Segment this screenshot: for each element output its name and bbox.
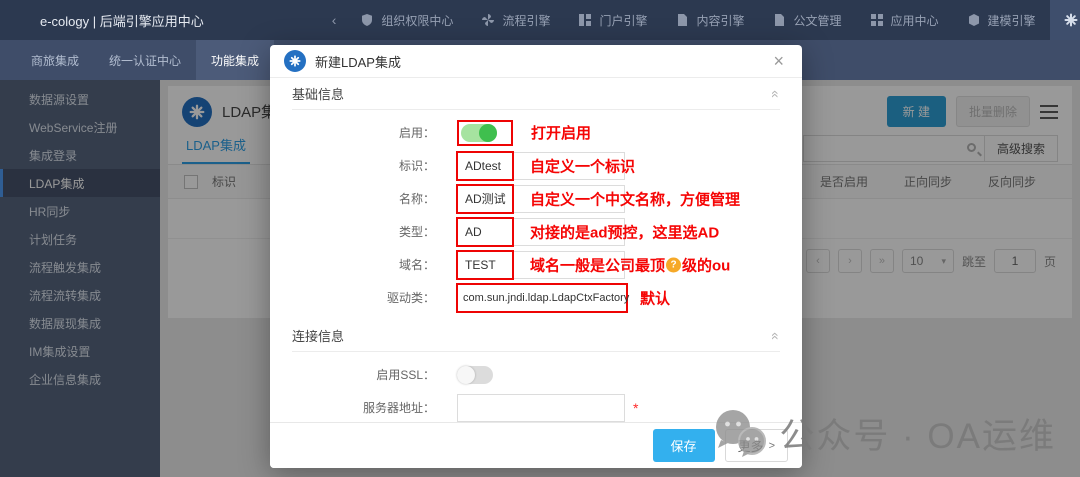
name-label: 名称： (292, 190, 457, 207)
nav-item-app-center[interactable]: 应用中心 (856, 0, 953, 40)
chevron-right-icon: > (769, 440, 775, 452)
identifier-row: 标识： ADtest 自定义一个标识 (292, 149, 780, 182)
question-badge-icon: ? (666, 257, 681, 272)
enable-toggle[interactable] (461, 124, 497, 142)
domain-input[interactable]: TEST 域名一般是公司最顶 ? 级的ou (457, 251, 625, 279)
nav-item-content-engine[interactable]: 内容引擎 (661, 0, 758, 40)
enable-row: 启用： 打开启用 (292, 116, 780, 149)
apps-grid-icon (870, 13, 884, 27)
domain-annotation: 域名一般是公司最顶 ? 级的ou (530, 254, 730, 275)
name-row: 名称： AD测试 自定义一个中文名称，方便管理 (292, 182, 780, 215)
enable-annotation: 打开启用 (531, 122, 591, 143)
modal-header: 新建LDAP集成 × (270, 45, 802, 78)
cube-icon (967, 13, 981, 27)
flow-icon (481, 13, 495, 27)
server-address-row: 服务器地址： * (292, 391, 780, 424)
driver-label: 驱动类： (292, 289, 457, 306)
ssl-toggle[interactable] (457, 366, 493, 384)
modal-ldap-icon (284, 50, 306, 72)
integration-asterisk-icon (1064, 13, 1078, 27)
required-asterisk: * (633, 400, 638, 416)
type-annotation: 对接的是ad预控，这里选AD (530, 221, 719, 242)
name-value: AD测试 (456, 184, 514, 214)
collapse-icon[interactable]: « (768, 332, 784, 340)
domain-row: 域名： TEST 域名一般是公司最顶 ? 级的ou (292, 248, 780, 281)
domain-label: 域名： (292, 256, 457, 273)
domain-value: TEST (456, 250, 514, 280)
brand-title: e-cology | 后端引擎应用中心 (0, 0, 204, 40)
identifier-annotation: 自定义一个标识 (530, 155, 635, 176)
document-icon (772, 13, 786, 27)
nav-item-modeling-engine[interactable]: 建模引擎 (953, 0, 1050, 40)
nav-item-integration-center[interactable]: 集成中心 (1050, 0, 1080, 40)
subtab-unified-auth[interactable]: 统一认证中心 (94, 40, 196, 80)
enable-label: 启用： (292, 124, 457, 141)
modal-footer: 保存 更多 > (270, 422, 802, 468)
subtab-business-travel[interactable]: 商旅集成 (16, 40, 94, 80)
close-icon[interactable]: × (769, 50, 788, 72)
collapse-icon[interactable]: « (768, 90, 784, 98)
identifier-label: 标识： (292, 157, 457, 174)
ssl-label: 启用SSL： (292, 366, 457, 383)
save-button[interactable]: 保存 (653, 429, 715, 462)
nav-item-workflow-engine[interactable]: 流程引擎 (467, 0, 564, 40)
enable-highlight-box (457, 120, 513, 146)
ssl-row: 启用SSL： (292, 358, 780, 391)
screen: e-cology | 后端引擎应用中心 ‹ 组织权限中心 流程引擎 门户引擎 内… (0, 0, 1080, 477)
integration-asterisk-icon (289, 55, 301, 67)
document-icon (675, 13, 689, 27)
new-ldap-modal: 新建LDAP集成 × 基础信息 « 启用： 打开启用 (270, 45, 802, 468)
driver-value: com.sun.jndi.ldap.LdapCtxFactory (456, 283, 628, 313)
section-title-basic: 基础信息 (292, 84, 344, 103)
identifier-value: ADtest (456, 151, 514, 181)
type-row: 类型： AD 对接的是ad预控，这里选AD (292, 215, 780, 248)
more-button[interactable]: 更多 > (725, 429, 788, 462)
name-annotation: 自定义一个中文名称，方便管理 (530, 188, 740, 209)
type-input[interactable]: AD 对接的是ad预控，这里选AD (457, 218, 625, 246)
identifier-input[interactable]: ADtest 自定义一个标识 (457, 152, 625, 180)
type-label: 类型： (292, 223, 457, 240)
nav-item-org-permission[interactable]: 组织权限中心 (346, 0, 467, 40)
shield-icon (360, 13, 374, 27)
subtab-function-integration[interactable]: 功能集成 (196, 40, 274, 80)
nav-item-portal-engine[interactable]: 门户引擎 (564, 0, 661, 40)
nav-item-official-doc[interactable]: 公文管理 (758, 0, 855, 40)
server-address-input[interactable] (457, 394, 625, 422)
layout-icon (578, 13, 592, 27)
top-navbar: e-cology | 后端引擎应用中心 ‹ 组织权限中心 流程引擎 门户引擎 内… (0, 0, 1080, 40)
server-address-label: 服务器地址： (292, 399, 457, 416)
driver-row: 驱动类： com.sun.jndi.ldap.LdapCtxFactory 默认 (292, 281, 780, 314)
nav-scroll-left-icon[interactable]: ‹ (322, 0, 347, 40)
driver-input[interactable]: com.sun.jndi.ldap.LdapCtxFactory 默认 (457, 284, 625, 312)
driver-annotation: 默认 (640, 287, 670, 308)
section-title-connection: 连接信息 (292, 326, 344, 345)
basic-info-section-header: 基础信息 « (292, 78, 780, 110)
modal-title: 新建LDAP集成 (315, 52, 401, 71)
connection-info-section-header: 连接信息 « (292, 320, 780, 352)
name-input[interactable]: AD测试 自定义一个中文名称，方便管理 (457, 185, 625, 213)
modal-body: 基础信息 « 启用： 打开启用 标识： (270, 78, 802, 457)
type-value: AD (456, 217, 514, 247)
